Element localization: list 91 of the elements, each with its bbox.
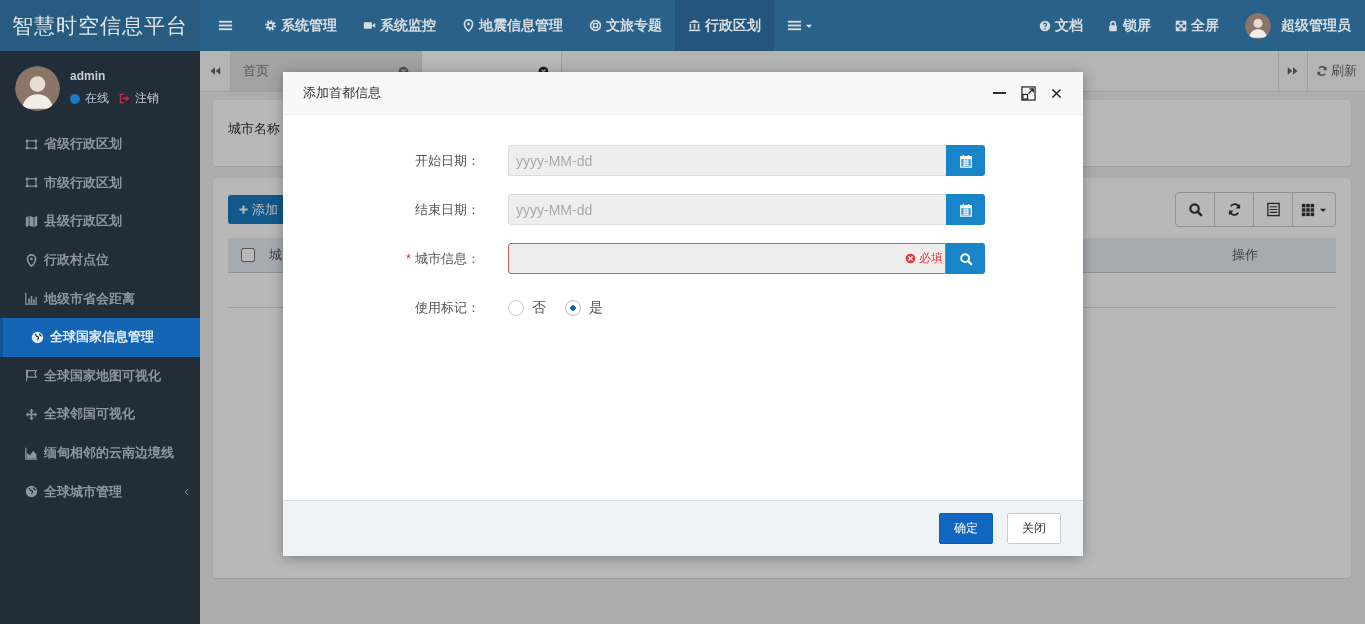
nav-menu-item[interactable]: 系统监控 xyxy=(350,0,449,51)
chevron-left-icon xyxy=(182,486,192,497)
sidebar-item[interactable]: 省级行政区划 xyxy=(0,125,200,164)
refresh-icon xyxy=(1226,202,1242,217)
move-arrows-icon xyxy=(25,407,38,421)
radio-button[interactable] xyxy=(565,299,581,316)
scroll-right-button[interactable] xyxy=(1278,51,1308,91)
logout-link[interactable]: 注销 xyxy=(135,90,159,107)
field-label: 城市名称 xyxy=(228,121,280,136)
date-field[interactable]: yyyy-MM-dd xyxy=(508,145,946,176)
close-button[interactable]: 关闭 xyxy=(1007,513,1061,544)
calendar-icon xyxy=(958,153,973,168)
question-icon xyxy=(1039,19,1051,32)
calendar-icon xyxy=(958,202,973,217)
toolbar-link[interactable]: 全屏 xyxy=(1163,0,1231,51)
menu-icon xyxy=(218,18,233,33)
calendar-button[interactable] xyxy=(946,145,985,176)
search-icon xyxy=(1187,202,1203,217)
select-all-checkbox[interactable] xyxy=(241,248,255,262)
user-menu[interactable]: 超级管理员 xyxy=(1231,0,1365,51)
column-header: 城 xyxy=(269,246,282,264)
refresh-icon xyxy=(1316,65,1328,77)
close-button[interactable] xyxy=(1050,86,1063,100)
search-icon xyxy=(958,251,973,266)
sidebar-item[interactable]: 全球国家地图可视化 xyxy=(0,356,200,396)
double-left-icon xyxy=(209,65,221,77)
radio-label: 是 xyxy=(589,298,603,317)
field-label: 结束日期： xyxy=(415,201,480,217)
gear-icon xyxy=(264,19,277,32)
calendar-button[interactable] xyxy=(946,194,985,225)
city-field[interactable]: 必填 xyxy=(508,243,946,274)
sidebar-item[interactable]: 行政村点位 xyxy=(0,240,200,280)
confirm-button[interactable]: 确定 xyxy=(939,513,993,544)
avatar xyxy=(1245,12,1271,39)
field-label: 使用标记： xyxy=(415,299,480,315)
globe-icon xyxy=(25,485,38,499)
nav-menu-item[interactable]: 行政区划 xyxy=(675,0,774,51)
lock-icon xyxy=(1107,19,1119,32)
frame-icon xyxy=(25,176,38,190)
sidebar-item[interactable]: 地级市省会距离 xyxy=(0,279,200,318)
sidebar-item[interactable]: 全球邻国可视化 xyxy=(0,395,200,434)
dialog-title: 添加首都信息 xyxy=(303,84,382,102)
close-icon xyxy=(1050,86,1063,100)
sign-out-icon xyxy=(119,93,130,104)
status-dot xyxy=(70,93,80,104)
avatar xyxy=(15,65,60,111)
map-pin-icon xyxy=(462,19,475,32)
double-right-icon xyxy=(1287,65,1299,77)
globe-icon xyxy=(31,330,44,344)
area-chart-icon xyxy=(25,446,38,460)
nav-menu-item[interactable]: 系统管理 xyxy=(251,0,350,51)
list-icon xyxy=(1265,202,1281,217)
column-header: 操作 xyxy=(1232,246,1258,264)
user-name: admin xyxy=(70,69,107,83)
video-camera-icon xyxy=(363,19,376,32)
field-label: 开始日期： xyxy=(415,152,480,168)
error-message: 必填 xyxy=(919,250,943,267)
bar-chart-icon xyxy=(25,292,38,306)
minimize-button[interactable] xyxy=(992,92,1007,94)
search-button[interactable] xyxy=(946,243,985,274)
plus-icon xyxy=(238,204,249,215)
minimize-icon xyxy=(992,92,1007,94)
sidebar-item[interactable]: 县级行政区划 xyxy=(0,202,200,241)
nav-menu-item[interactable]: 地震信息管理 xyxy=(449,0,576,51)
sidebar-item[interactable]: 全球城市管理 xyxy=(0,472,200,511)
page-tab[interactable]: 首页 xyxy=(231,51,282,91)
bank-icon xyxy=(688,19,701,32)
menu-icon xyxy=(787,18,802,33)
sidebar-item[interactable]: 缅甸相邻的云南边境线 xyxy=(0,433,200,473)
expand-icon xyxy=(1175,19,1187,32)
refresh-button[interactable]: 刷新 xyxy=(1308,51,1365,91)
frame-icon xyxy=(25,137,38,151)
error-icon xyxy=(905,253,916,264)
folded-map-icon xyxy=(25,215,38,228)
grid-icon xyxy=(1300,202,1315,217)
maximize-icon xyxy=(1021,85,1036,101)
radio-label: 否 xyxy=(532,298,546,317)
lifebuoy-icon xyxy=(589,19,602,32)
app-title: 智慧时空信息平台 xyxy=(0,0,200,51)
map-pin-icon xyxy=(25,253,38,267)
status-text: 在线 xyxy=(85,90,109,107)
nav-menu-item[interactable]: 文旅专题 xyxy=(576,0,675,51)
field-label: 城市信息： xyxy=(415,250,480,266)
sidebar-item[interactable]: 全球国家信息管理 xyxy=(0,317,200,357)
date-field[interactable]: yyyy-MM-dd xyxy=(508,194,946,225)
flag-icon xyxy=(25,369,38,383)
required-mark: * xyxy=(405,250,411,266)
toolbar-link[interactable]: 文档 xyxy=(1027,0,1095,51)
maximize-button[interactable] xyxy=(1021,85,1036,101)
toolbar-link[interactable]: 锁屏 xyxy=(1095,0,1163,51)
sidebar-item[interactable]: 市级行政区划 xyxy=(0,163,200,203)
